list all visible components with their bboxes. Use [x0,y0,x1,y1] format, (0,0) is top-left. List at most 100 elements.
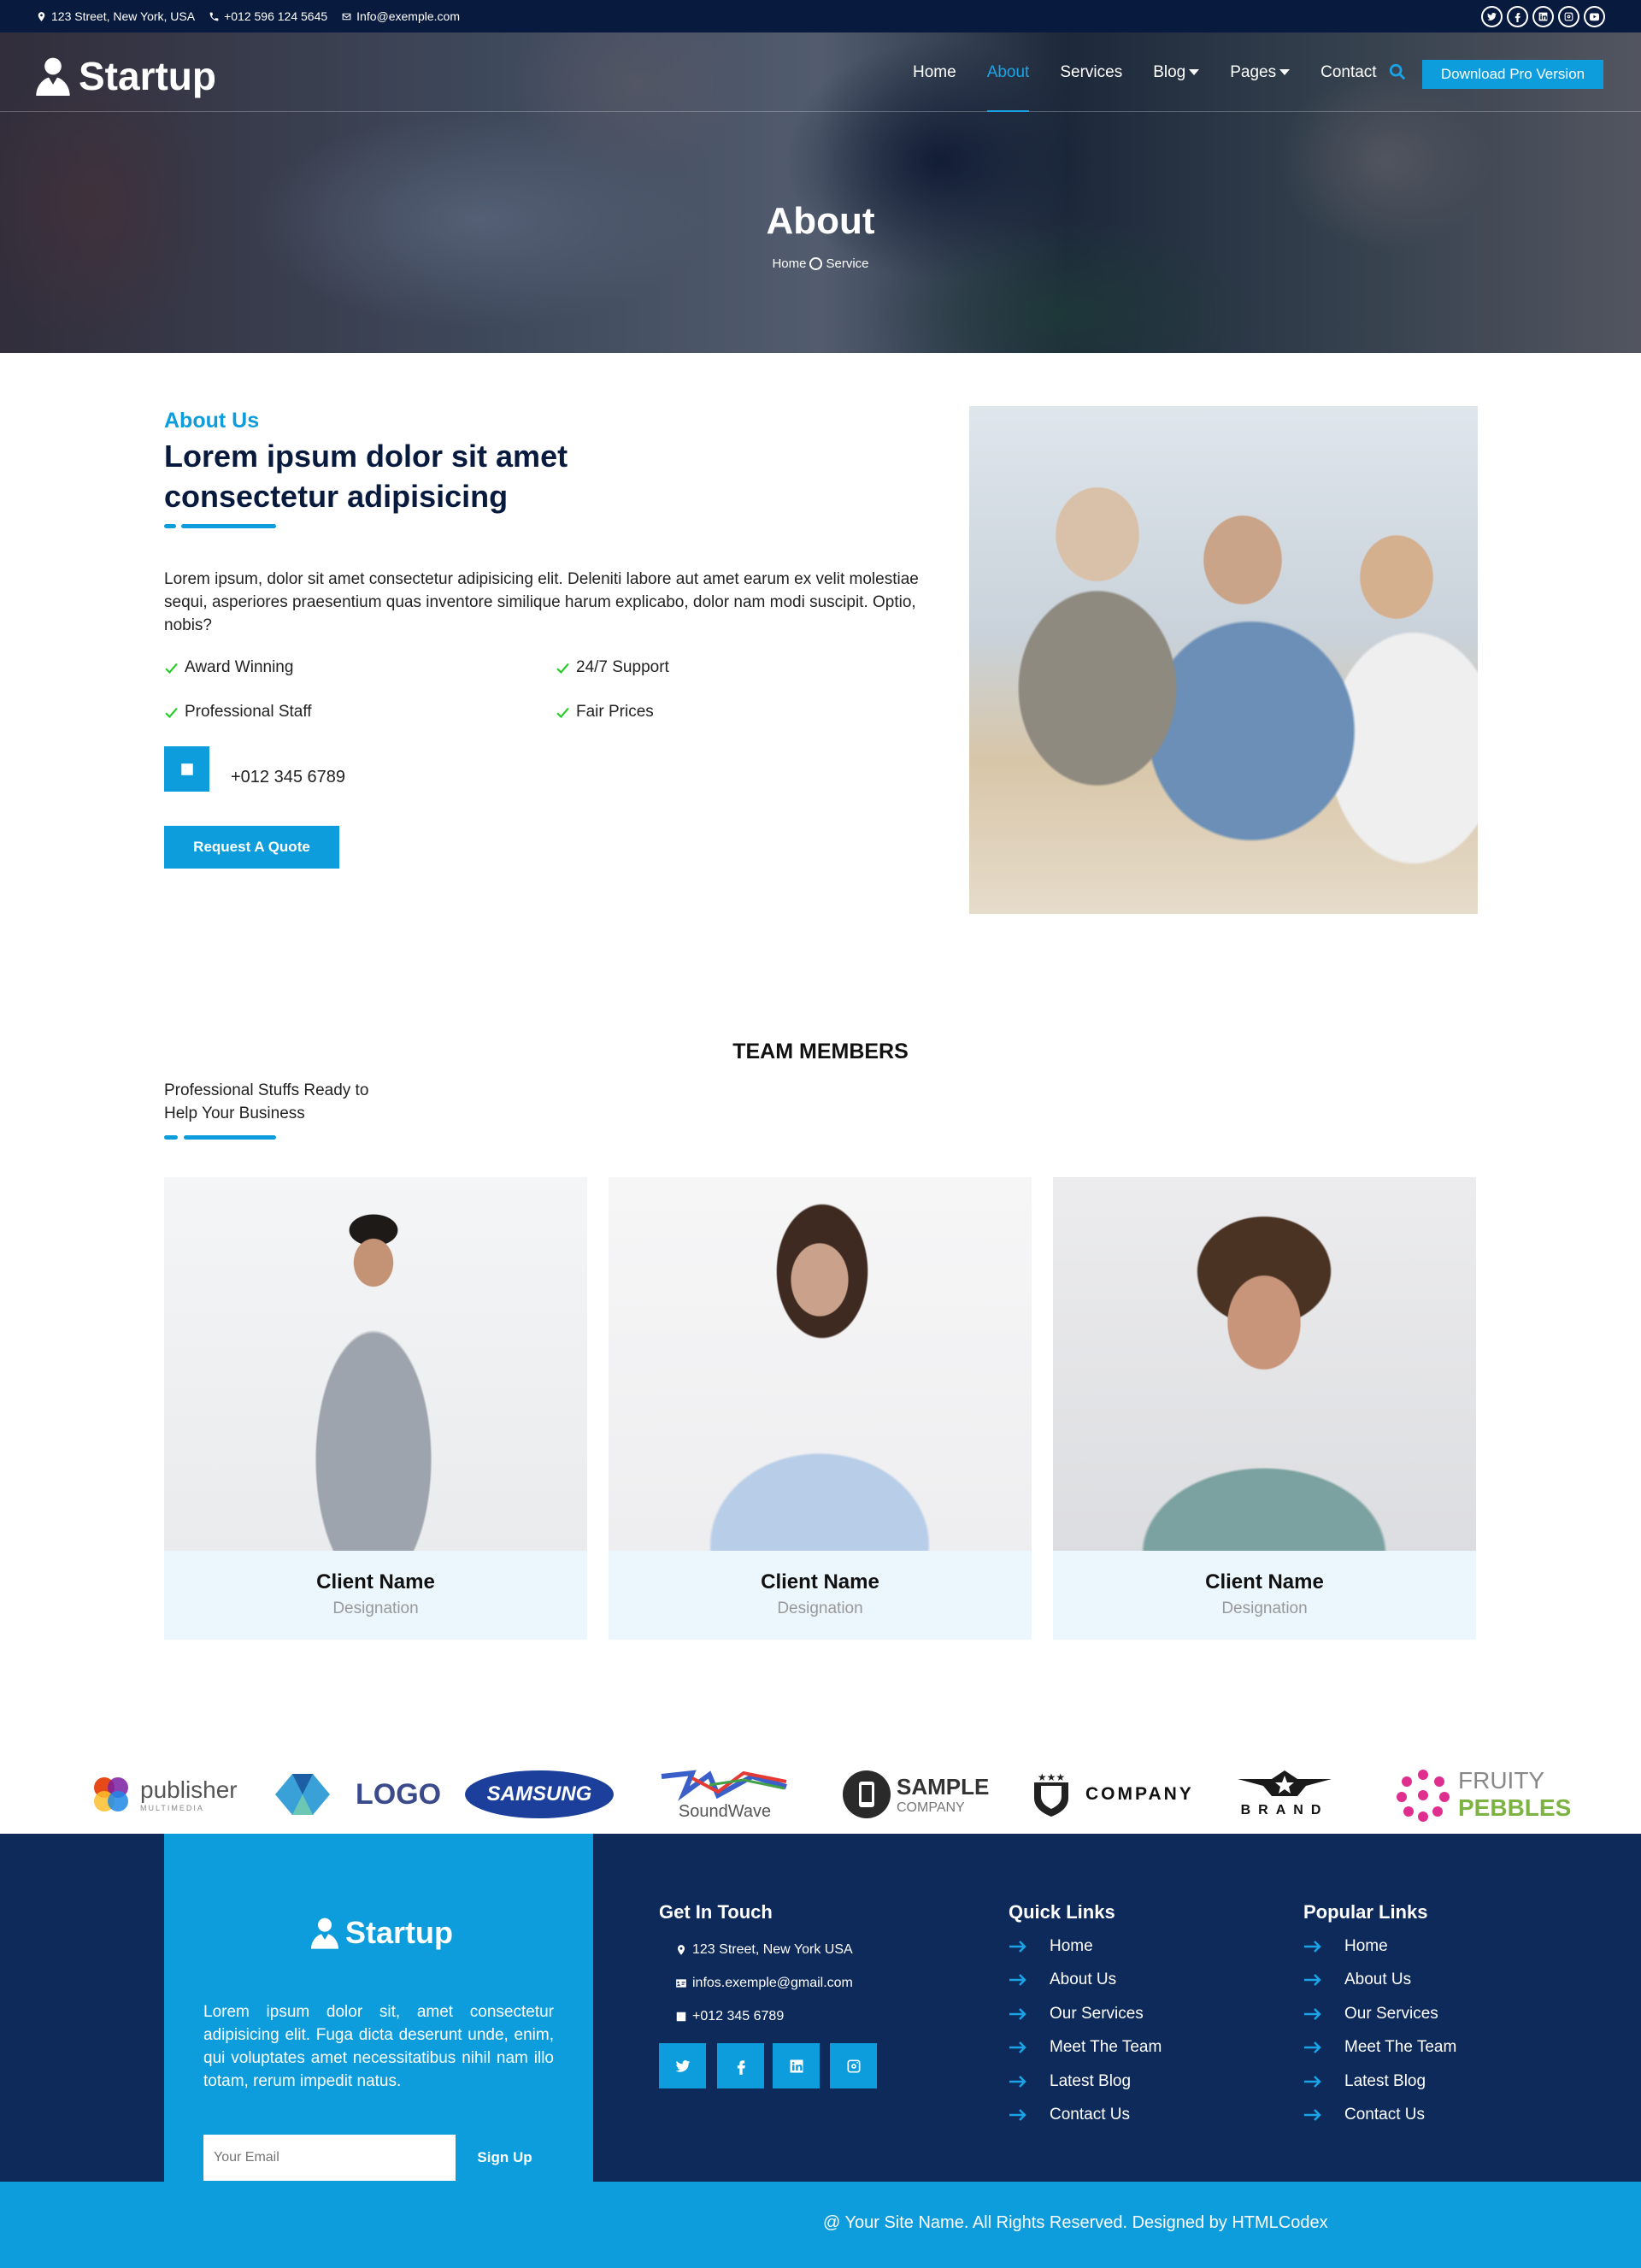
arrow-right-icon [1009,1941,1026,1953]
footer-address: 123 Street, New York USA [675,1942,853,1958]
youtube-icon[interactable] [1584,5,1605,27]
nav-services[interactable]: Services [1044,32,1138,112]
footer-brand-logo[interactable]: Startup [311,1915,453,1951]
underline-dot [164,524,176,528]
member-designation: Designation [1221,1599,1308,1617]
page-title: About [766,200,875,242]
nav-pages-dropdown[interactable]: Pages [1215,32,1305,112]
team-member-photo [1053,1177,1476,1551]
check-icon [165,663,178,674]
main-navbar: Startup Home About Services Blog Pages C… [0,32,1641,112]
feature-item: Professional Staff [164,703,312,722]
footer-facebook-icon[interactable] [717,2043,764,2088]
breadcrumb-current: Service [826,256,869,271]
partner-logo-company: ★★★ COMPANY [1022,1741,1194,1848]
quick-link-about[interactable]: About Us [1009,1971,1116,1989]
team-card[interactable]: Client Name Designation [609,1177,1032,1640]
arrow-right-icon [1009,2008,1026,2020]
popular-link-blog[interactable]: Latest Blog [1303,2072,1426,2091]
request-quote-button[interactable]: Request A Quote [164,826,339,869]
nav-home[interactable]: Home [897,32,972,112]
footer-instagram-icon[interactable] [830,2043,877,2088]
arrow-right-icon [1304,1941,1321,1953]
signup-button[interactable]: Sign Up [456,2135,554,2181]
member-name: Client Name [761,1570,879,1593]
arrow-right-icon [1009,2041,1026,2053]
arrow-right-icon [1009,1974,1026,1986]
breadcrumb: Home Service [0,256,1641,271]
check-icon [556,663,569,674]
top-info-bar: 123 Street, New York, USA +012 596 124 5… [0,0,1641,32]
svg-text:★★★: ★★★ [1038,1771,1065,1783]
nav-contact[interactable]: Contact [1305,32,1391,112]
popular-link-home[interactable]: Home [1303,1937,1388,1956]
check-icon [165,707,178,718]
nav-menu: Home About Services Blog Pages Contact [897,32,1392,112]
arrow-right-icon [1304,2041,1321,2053]
topbar-email: Info@exemple.com [341,9,460,23]
team-subtitle: Professional Stuffs Ready to Help Your B… [164,1081,369,1122]
arrow-right-icon [1009,2109,1026,2121]
team-member-photo [609,1177,1032,1551]
circle-separator-icon [809,257,823,270]
copyright-text: @ Your Site Name. All Rights Reserved. D… [823,2213,1328,2232]
arrow-right-icon [1304,2076,1321,2088]
newsletter-email-input[interactable] [203,2135,456,2181]
nav-blog-dropdown[interactable]: Blog [1138,32,1215,112]
search-icon[interactable] [1388,62,1407,81]
footer-twitter-icon[interactable] [659,2043,706,2088]
phone-icon-box [164,746,209,792]
footer-heading-get-in-touch: Get In Touch [659,1901,773,1923]
meeting-photo [969,406,1478,914]
quick-link-home[interactable]: Home [1009,1937,1093,1956]
location-pin-icon [38,11,45,21]
popular-link-team[interactable]: Meet The Team [1303,2038,1456,2057]
quick-link-services[interactable]: Our Services [1009,2005,1144,2024]
team-card[interactable]: Client Name Designation [164,1177,587,1640]
envelope-icon [342,13,351,20]
underline-bar [184,1135,276,1140]
facebook-icon[interactable] [1507,5,1528,27]
arrow-right-icon [1009,2076,1026,2088]
breadcrumb-home[interactable]: Home [772,256,806,271]
quick-link-team[interactable]: Meet The Team [1009,2038,1162,2057]
twitter-icon[interactable] [1481,5,1503,27]
brand-logo[interactable]: Startup [36,53,216,99]
footer-heading-popular-links: Popular Links [1303,1901,1428,1923]
location-pin-icon [677,1945,685,1955]
linkedin-icon[interactable] [1532,5,1554,27]
popular-link-services[interactable]: Our Services [1303,2005,1438,2024]
footer-email: infos.exemple@gmail.com [675,1976,853,1991]
caret-down-icon [1189,69,1200,75]
quick-link-blog[interactable]: Latest Blog [1009,2072,1131,2091]
footer-heading-quick-links: Quick Links [1009,1901,1115,1923]
partner-logos-strip: publisher MULTIMEDIA LOGO SAMSUNG SoundWa… [0,1741,1641,1848]
about-heading: Lorem ipsum dolor sit amet consectetur a… [164,439,568,514]
partner-logo-sample-company: SAMPLE COMPANY [842,1741,989,1848]
nav-about[interactable]: About [972,32,1045,112]
feature-item: Fair Prices [556,703,654,722]
partner-logo-fruity-pebbles: FRUITY PEBBLES [1393,1741,1571,1848]
team-section-title: TEAM MEMBERS [732,1040,909,1063]
phone-icon [209,12,219,21]
footer-linkedin-icon[interactable] [773,2043,820,2088]
download-pro-button[interactable]: Download Pro Version [1422,60,1603,89]
about-paragraph: Lorem ipsum, dolor sit amet consectetur … [164,570,919,634]
partner-logo-samsung: SAMSUNG [465,1741,614,1848]
section-tag: About Us [164,409,260,433]
popular-link-about[interactable]: About Us [1303,1971,1411,1989]
team-member-photo [164,1177,587,1551]
underline-dot [164,1135,178,1140]
footer-phone: +012 345 6789 [675,2009,784,2024]
popular-link-contact[interactable]: Contact Us [1303,2106,1425,2124]
member-designation: Designation [332,1599,419,1617]
hero-banner: Startup Home About Services Blog Pages C… [0,32,1641,353]
partner-logo-publisher: publisher MULTIMEDIA [87,1741,238,1848]
arrow-right-icon [1304,2109,1321,2121]
team-card[interactable]: Client Name Designation [1053,1177,1476,1640]
quick-link-contact[interactable]: Contact Us [1009,2106,1130,2124]
topbar-address: 123 Street, New York, USA [36,9,195,23]
member-name: Client Name [1205,1570,1324,1593]
partner-logo-brand: BRAND [1238,1741,1332,1848]
instagram-icon[interactable] [1558,5,1579,27]
